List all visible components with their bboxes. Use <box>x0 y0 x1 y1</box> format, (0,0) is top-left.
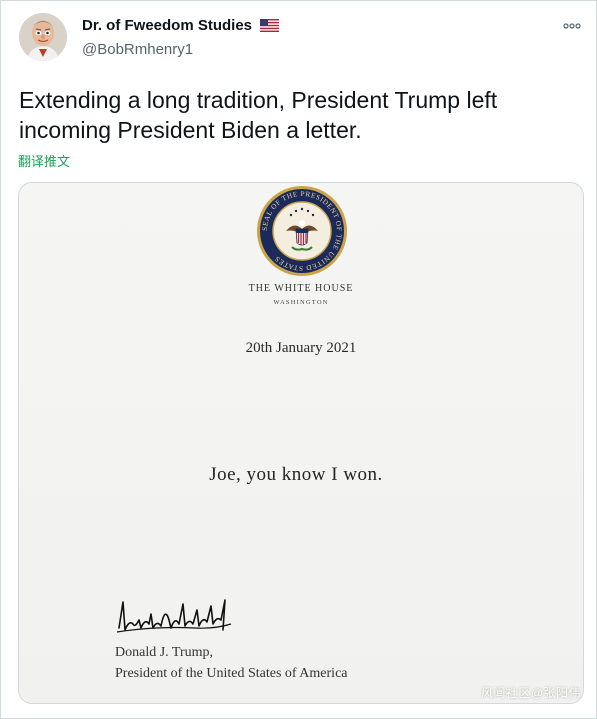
letter-message: Joe, you know I won. <box>209 464 383 485</box>
signature-name: Donald J. Trump, <box>115 645 214 660</box>
user-handle[interactable]: @BobRmhenry1 <box>82 41 279 58</box>
avatar-image <box>19 13 67 61</box>
letterhead-title: THE WHITE HOUSE <box>248 283 354 294</box>
letter-date: 20th January 2021 <box>245 340 357 356</box>
more-options-button[interactable] <box>560 17 584 35</box>
avatar[interactable] <box>19 13 67 61</box>
author-info: Dr. of Fweedom Studies @BobRmhenry1 <box>82 17 280 58</box>
translate-tweet-link[interactable]: 翻译推文 <box>18 151 70 170</box>
tweet-text: Extending a long tradition, President Tr… <box>19 87 498 143</box>
more-horizontal-icon <box>563 23 581 29</box>
signature-title: President of the United States of Americ… <box>115 666 348 681</box>
signature-image <box>116 599 232 633</box>
presidential-seal-icon: SEAL OF THE PRESIDENT OF THE UNITED STAT… <box>257 186 347 276</box>
letterhead-subtitle: WASHINGTON <box>273 299 329 306</box>
watermark: 风闻社区@张阳伟 <box>480 686 581 700</box>
tweet-header: Dr. of Fweedom Studies @BobRmhenry1 <box>19 13 584 69</box>
letter-document: SEAL OF THE PRESIDENT OF THE UNITED STAT… <box>19 183 583 703</box>
display-name[interactable]: Dr. of Fweedom Studies <box>82 17 252 34</box>
tweet-card: Dr. of Fweedom Studies @BobRmhenry1 Exte… <box>0 0 597 719</box>
us-flag-icon <box>260 19 280 37</box>
tweet-image[interactable]: SEAL OF THE PRESIDENT OF THE UNITED STAT… <box>18 182 584 704</box>
